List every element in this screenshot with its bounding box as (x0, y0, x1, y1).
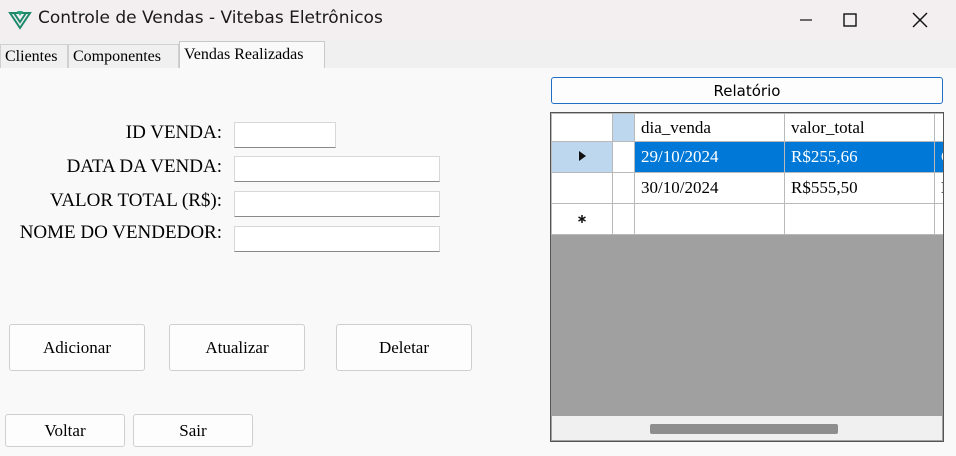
minimize-icon (800, 19, 812, 21)
grid-cell[interactable] (612, 172, 635, 204)
title-bar: Controle de Vendas - Vitebas Eletrônicos (0, 0, 956, 40)
new-row[interactable] (551, 203, 943, 235)
app-logo-icon (8, 8, 32, 32)
grid-header-row: dia_venda valor_total (551, 113, 943, 142)
window-title: Controle de Vendas - Vitebas Eletrônicos (38, 8, 383, 28)
cell-next[interactable]: E (934, 172, 943, 204)
maximize-button[interactable] (820, 0, 880, 40)
valor-total-input[interactable] (234, 191, 440, 217)
data-venda-label: DATA DA VENDA: (66, 156, 222, 177)
tab-clientes[interactable]: Clientes (0, 44, 68, 68)
close-button[interactable] (890, 0, 950, 40)
column-header-valor-total[interactable]: valor_total (784, 113, 935, 142)
vendas-grid[interactable]: dia_venda valor_total 29/10/2024 R$255,6… (550, 112, 944, 442)
voltar-button[interactable]: Voltar (5, 414, 125, 447)
relatorio-button[interactable]: Relatório (551, 77, 943, 104)
tab-componentes[interactable]: Componentes (68, 44, 179, 68)
current-row-arrow-icon (579, 151, 586, 161)
grid-cell[interactable] (934, 203, 943, 235)
vendas-table: dia_venda valor_total 29/10/2024 R$255,6… (551, 113, 943, 235)
cell-valor-total[interactable]: R$555,50 (784, 172, 935, 204)
scrollbar-thumb[interactable] (650, 424, 838, 434)
row-header-cell[interactable] (551, 203, 613, 235)
nome-vendedor-input[interactable] (234, 226, 440, 252)
tab-vendas-realizadas[interactable]: Vendas Realizadas (179, 41, 325, 69)
close-icon (912, 12, 928, 28)
sair-button[interactable]: Sair (133, 414, 253, 447)
table-row[interactable]: 29/10/2024 R$255,66 C (551, 141, 943, 173)
column-header-next[interactable] (934, 113, 943, 142)
grid-cell[interactable] (634, 203, 785, 235)
id-venda-label: ID VENDA: (125, 122, 222, 143)
grid-hidden-column-header[interactable] (612, 113, 635, 142)
nome-vendedor-label: NOME DO VENDEDOR: (19, 222, 222, 243)
row-header-cell[interactable] (551, 172, 613, 204)
grid-cell[interactable] (784, 203, 935, 235)
horizontal-scrollbar[interactable] (552, 416, 942, 440)
valor-total-label: VALOR TOTAL (R$): (50, 190, 222, 211)
atualizar-button[interactable]: Atualizar (169, 324, 305, 371)
column-header-dia-venda[interactable]: dia_venda (634, 113, 785, 142)
grid-corner-cell[interactable] (551, 113, 613, 142)
cell-valor-total[interactable]: R$255,66 (784, 141, 935, 173)
deletar-button[interactable]: Deletar (336, 324, 472, 371)
data-venda-input[interactable] (234, 156, 440, 182)
cell-dia-venda[interactable]: 30/10/2024 (634, 172, 785, 204)
grid-cell[interactable] (612, 141, 635, 173)
grid-cell[interactable] (612, 203, 635, 235)
id-venda-input[interactable] (234, 122, 336, 148)
row-header-cell[interactable] (551, 141, 613, 173)
cell-dia-venda[interactable]: 29/10/2024 (634, 141, 785, 173)
new-row-asterisk-icon (578, 215, 586, 223)
cell-next[interactable]: C (934, 141, 943, 173)
maximize-icon (843, 13, 857, 27)
table-row[interactable]: 30/10/2024 R$555,50 E (551, 172, 943, 204)
adicionar-button[interactable]: Adicionar (9, 324, 145, 371)
